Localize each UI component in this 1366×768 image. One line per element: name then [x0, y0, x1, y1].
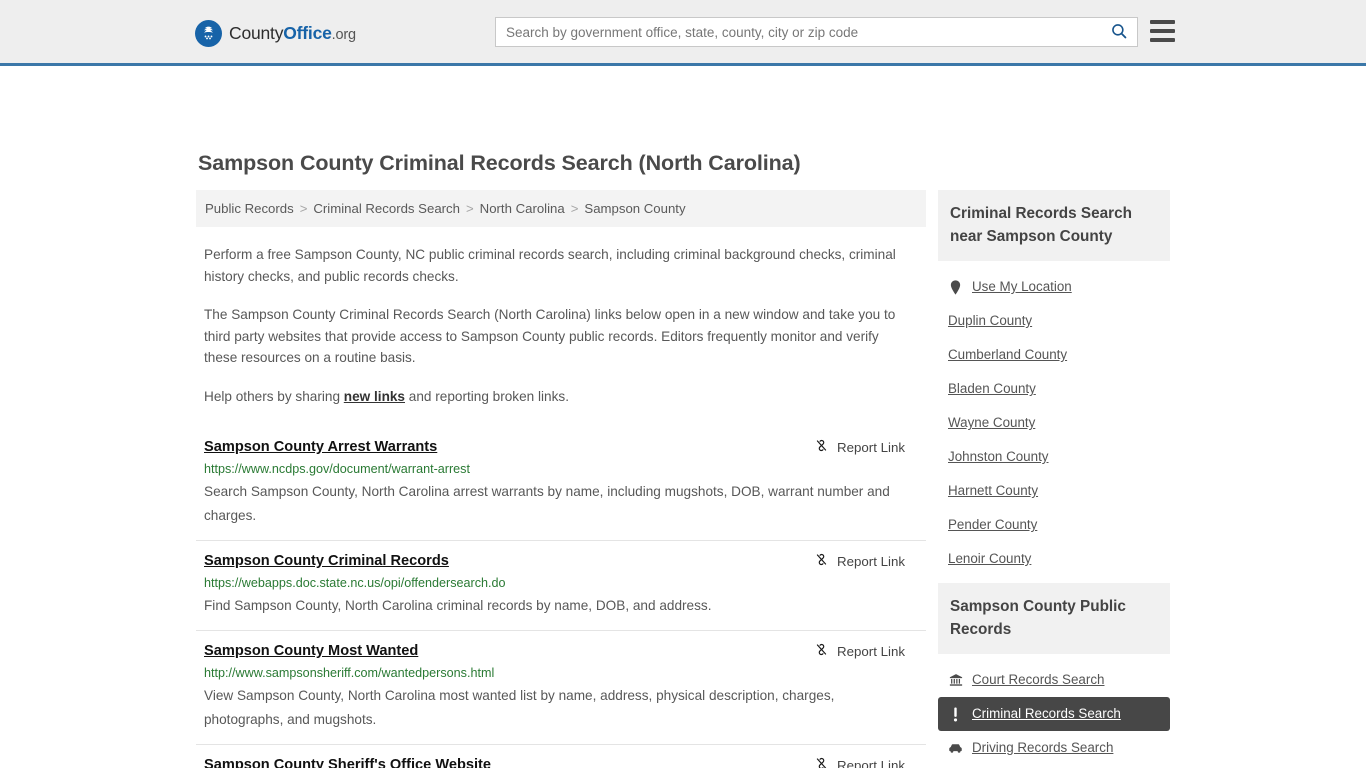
result-description: Search Sampson County, North Carolina ar… [204, 484, 890, 523]
sidebar-item-label: Driving Records Search [972, 740, 1114, 755]
result-item: Sampson County Sheriff's Office Website … [196, 745, 926, 768]
search-bar[interactable] [495, 17, 1138, 47]
sidebar-item-label: Lenoir County [948, 551, 1032, 566]
sidebar-item-label: Bladen County [948, 381, 1036, 396]
logo-text-org: .org [331, 27, 356, 43]
sidebar-public-records-list: Court Records Search Criminal Records Se… [938, 654, 1170, 768]
site-logo-text: CountyOffice.org [229, 23, 356, 44]
breadcrumb-separator-icon: > [465, 201, 474, 216]
sidebar-item-label: Use My Location [972, 279, 1072, 294]
sidebar-item-johnston-county[interactable]: Johnston County [938, 440, 1170, 474]
intro-paragraph-3: Help others by sharing new links and rep… [204, 386, 904, 408]
share-text-before: Help others by sharing [204, 388, 344, 404]
site-logo[interactable]: CountyOffice.org [195, 20, 356, 47]
sidebar-item-label: Harnett County [948, 483, 1039, 498]
result-description: View Sampson County, North Carolina most… [204, 688, 835, 727]
report-link-label: Report Link [837, 439, 905, 455]
report-link-button[interactable]: Report Link [814, 641, 905, 660]
sidebar-item-harnett-county[interactable]: Harnett County [938, 474, 1170, 508]
menu-button[interactable] [1150, 20, 1175, 42]
breadcrumb-separator-icon: > [299, 201, 308, 216]
breadcrumb-item-sampson-county[interactable]: Sampson County [584, 201, 685, 216]
result-url: https://webapps.doc.state.nc.us/opi/offe… [204, 576, 506, 590]
sidebar-item-label: Pender County [948, 517, 1038, 532]
sidebar-item-use-my-location[interactable]: Use My Location [938, 270, 1170, 304]
broken-link-icon [814, 642, 829, 660]
breadcrumb-item-north-carolina[interactable]: North Carolina [480, 201, 565, 216]
report-link-label: Report Link [837, 643, 905, 659]
result-item: Sampson County Most Wanted Report Link h… [196, 631, 926, 745]
hamburger-icon-bar [1150, 20, 1175, 24]
result-title-link[interactable]: Sampson County Arrest Warrants [204, 437, 437, 457]
report-link-button[interactable]: Report Link [814, 437, 905, 456]
logo-text-office: Office [283, 23, 332, 43]
sidebar-item-pender-county[interactable]: Pender County [938, 508, 1170, 542]
result-header: Sampson County Arrest Warrants Report Li… [204, 437, 918, 457]
sidebar-item-court-records-search[interactable]: Court Records Search [938, 663, 1170, 697]
report-link-label: Report Link [837, 553, 905, 569]
sidebar-item-bladen-county[interactable]: Bladen County [938, 372, 1170, 406]
eagle-shield-logo-icon [195, 20, 222, 47]
exclamation-icon [948, 706, 963, 722]
sidebar-item-duplin-county[interactable]: Duplin County [938, 304, 1170, 338]
broken-link-icon [814, 552, 829, 570]
result-item: Sampson County Criminal Records Report L… [196, 541, 926, 631]
result-header: Sampson County Sheriff's Office Website … [204, 755, 918, 768]
intro-paragraph-2: The Sampson County Criminal Records Sear… [204, 307, 896, 365]
sidebar-nearby-box: Criminal Records Search near Sampson Cou… [938, 190, 1170, 576]
broken-link-icon [814, 756, 829, 768]
broken-link-icon [814, 438, 829, 456]
sidebar-item-criminal-records-search[interactable]: Criminal Records Search [938, 697, 1170, 731]
result-header: Sampson County Criminal Records Report L… [204, 551, 918, 571]
result-url: https://www.ncdps.gov/document/warrant-a… [204, 462, 470, 476]
sidebar-item-lenoir-county[interactable]: Lenoir County [938, 542, 1170, 576]
results-list: Sampson County Arrest Warrants Report Li… [196, 427, 926, 768]
result-header: Sampson County Most Wanted Report Link [204, 641, 918, 661]
sidebar-item-cumberland-county[interactable]: Cumberland County [938, 338, 1170, 372]
result-title-link[interactable]: Sampson County Most Wanted [204, 641, 418, 661]
result-description: Find Sampson County, North Carolina crim… [204, 598, 712, 613]
sidebar-item-label: Criminal Records Search [972, 706, 1121, 721]
intro-paragraph-1: Perform a free Sampson County, NC public… [204, 247, 896, 284]
search-input[interactable] [496, 18, 1101, 46]
courthouse-icon [948, 672, 963, 688]
logo-text-county: County [229, 23, 284, 43]
sidebar-item-label: Duplin County [948, 313, 1033, 328]
new-links-link[interactable]: new links [344, 389, 405, 404]
breadcrumb: Public Records > Criminal Records Search… [196, 190, 926, 227]
car-icon [948, 740, 963, 756]
hamburger-icon-bar [1150, 29, 1175, 33]
share-text-after: and reporting broken links. [405, 388, 569, 404]
search-icon [1110, 22, 1128, 43]
search-button[interactable] [1101, 18, 1137, 46]
result-item: Sampson County Arrest Warrants Report Li… [196, 427, 926, 541]
sidebar-item-label: Cumberland County [948, 347, 1068, 362]
hamburger-icon-bar [1150, 38, 1175, 42]
sidebar-item-label: Court Records Search [972, 672, 1105, 687]
main-content: Public Records > Criminal Records Search… [196, 190, 926, 768]
result-title-link[interactable]: Sampson County Sheriff's Office Website [204, 755, 491, 768]
report-link-button[interactable]: Report Link [814, 755, 905, 768]
sidebar-public-records-box: Sampson County Public Records Court Reco… [938, 583, 1170, 768]
sidebar-nearby-heading: Criminal Records Search near Sampson Cou… [938, 190, 1170, 261]
sidebar-item-label: Wayne County [948, 415, 1036, 430]
sidebar-public-records-heading: Sampson County Public Records [938, 583, 1170, 654]
sidebar-item-label: Johnston County [948, 449, 1049, 464]
map-pin-icon [948, 279, 963, 295]
sidebar-item-wayne-county[interactable]: Wayne County [938, 406, 1170, 440]
breadcrumb-item-public-records[interactable]: Public Records [205, 201, 294, 216]
page-title: Sampson County Criminal Records Search (… [198, 151, 801, 175]
sidebar: Criminal Records Search near Sampson Cou… [938, 190, 1170, 768]
sidebar-item-driving-records-search[interactable]: Driving Records Search [938, 731, 1170, 765]
result-title-link[interactable]: Sampson County Criminal Records [204, 551, 449, 571]
sidebar-nearby-list: Use My Location Duplin County Cumberland… [938, 261, 1170, 576]
breadcrumb-separator-icon: > [570, 201, 579, 216]
report-link-button[interactable]: Report Link [814, 551, 905, 570]
site-header: CountyOffice.org [0, 0, 1366, 66]
report-link-label: Report Link [837, 757, 905, 768]
breadcrumb-item-criminal-records-search[interactable]: Criminal Records Search [313, 201, 460, 216]
result-url: http://www.sampsonsheriff.com/wantedpers… [204, 666, 495, 680]
